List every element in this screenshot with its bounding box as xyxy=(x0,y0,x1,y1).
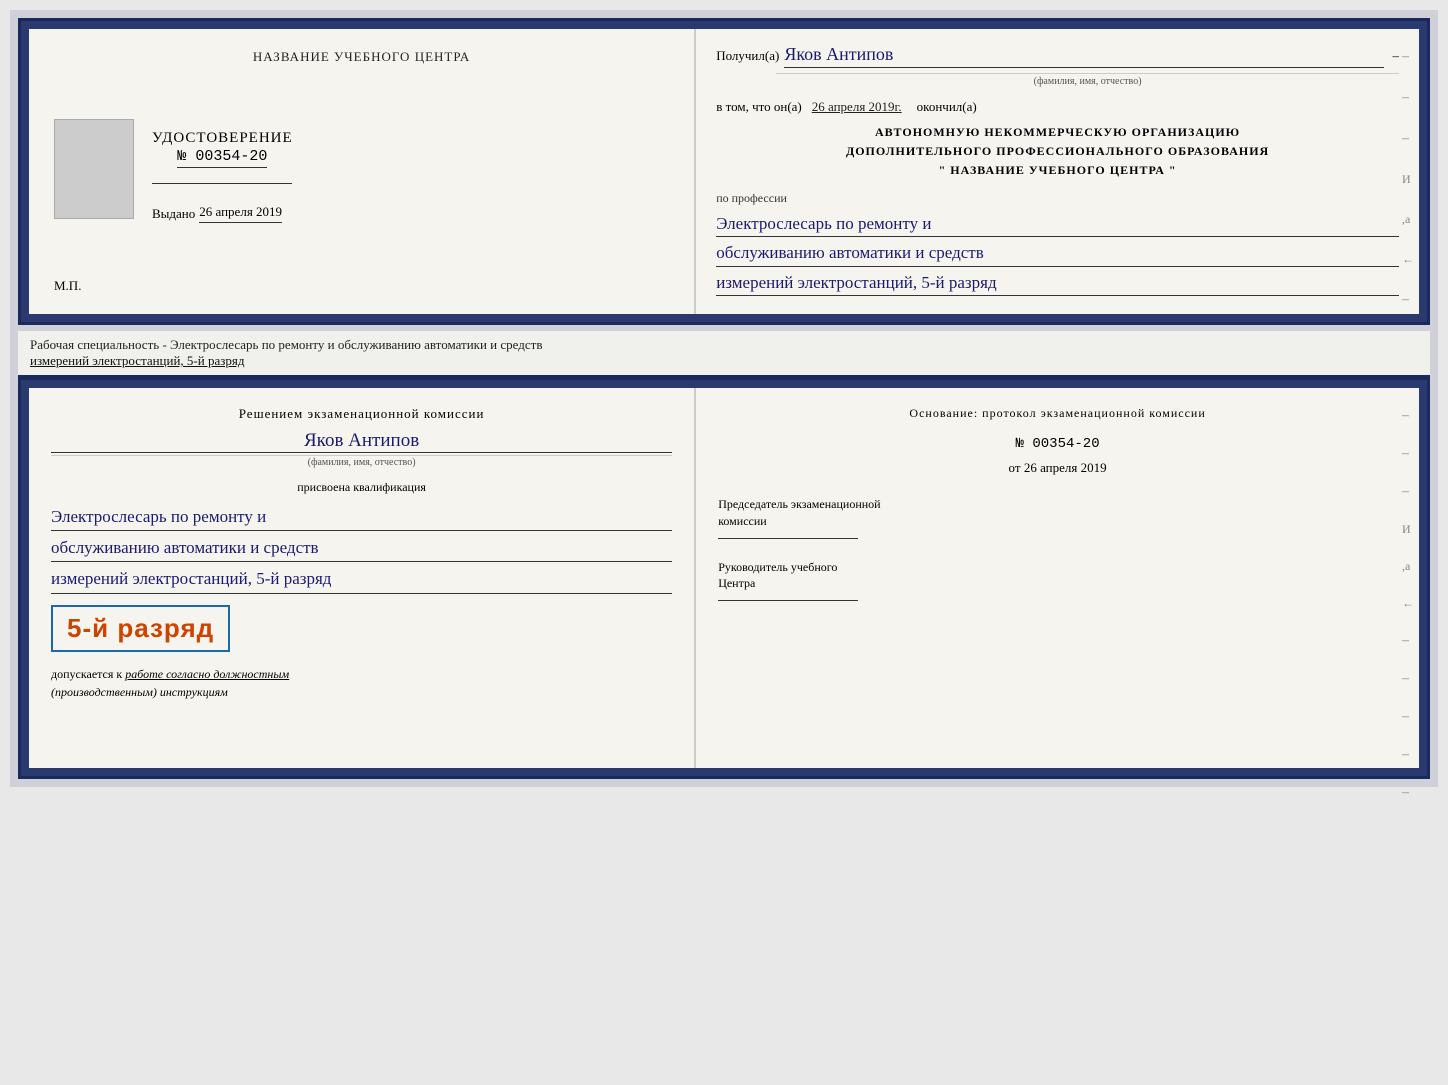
issued-label: Выдано xyxy=(152,206,195,222)
top-document: НАЗВАНИЕ УЧЕБНОГО ЦЕНТРА УДОСТОВЕРЕНИЕ №… xyxy=(18,18,1430,325)
qual-line2: обслуживанию автоматики и средств xyxy=(51,534,672,562)
chairman-block: Председатель экзаменационной комиссии xyxy=(718,496,1397,539)
prisvoena: присвоена квалификация xyxy=(51,480,672,495)
received-label: Получил(а) xyxy=(716,48,779,64)
protocol-number: № 00354-20 xyxy=(718,436,1397,452)
po-professii: по профессии xyxy=(716,191,1399,206)
dopuskaetsya-label: допускается к xyxy=(51,667,122,681)
org-line3: " НАЗВАНИЕ УЧЕБНОГО ЦЕНТРА " xyxy=(716,161,1399,180)
page-wrapper: НАЗВАНИЕ УЧЕБНОГО ЦЕНТРА УДОСТОВЕРЕНИЕ №… xyxy=(10,10,1438,787)
chairman-line1: Председатель экзаменационной xyxy=(718,497,880,511)
vtom-date: 26 апреля 2019г. xyxy=(812,99,902,115)
right-decorations-top: – – – И ,а ← – xyxy=(1402,49,1414,308)
qual-line1: Электрослесарь по ремонту и xyxy=(51,503,672,531)
qual-line3: измерений электростанций, 5-й разряд xyxy=(51,565,672,593)
top-doc-left: НАЗВАНИЕ УЧЕБНОГО ЦЕНТРА УДОСТОВЕРЕНИЕ №… xyxy=(29,29,696,314)
vtom-label: в том, что он(а) xyxy=(716,99,802,115)
org-line1: АВТОНОМНУЮ НЕКОММЕРЧЕСКУЮ ОРГАНИЗАЦИЮ xyxy=(716,123,1399,142)
org-name-block: АВТОНОМНУЮ НЕКОММЕРЧЕСКУЮ ОРГАНИЗАЦИЮ ДО… xyxy=(716,123,1399,181)
cert-title-text: УДОСТОВЕРЕНИЕ xyxy=(152,130,293,147)
ot-date-row: от 26 апреля 2019 xyxy=(718,460,1397,476)
rukovoditel-block: Руководитель учебного Центра xyxy=(718,559,1397,602)
work-text: работе согласно должностным xyxy=(125,667,289,681)
person-name-bottom: Яков Антипов xyxy=(51,430,672,453)
received-name: Яков Антипов xyxy=(784,44,1384,68)
osnovanie: Основание: протокол экзаменационной коми… xyxy=(718,406,1397,421)
middle-text: Рабочая специальность - Электрослесарь п… xyxy=(18,331,1430,377)
commission-title: Решением экзаменационной комиссии xyxy=(51,406,672,422)
okonchill-label: окончил(а) xyxy=(917,99,977,115)
ot-label: от xyxy=(1009,460,1021,475)
received-row: Получил(а) Яков Антипов – xyxy=(716,44,1399,68)
ot-date: 26 апреля 2019 xyxy=(1024,460,1107,475)
org-line2: ДОПОЛНИТЕЛЬНОГО ПРОФЕССИОНАЛЬНОГО ОБРАЗО… xyxy=(716,142,1399,161)
razryad-badge: 5-й разряд xyxy=(51,605,230,652)
vtom-row: в том, что он(а) 26 апреля 2019г. окончи… xyxy=(716,99,1399,115)
rukovoditel-line2: Центра xyxy=(718,576,755,590)
bottom-doc-left: Решением экзаменационной комиссии Яков А… xyxy=(29,388,696,768)
rukovoditel-line1: Руководитель учебного xyxy=(718,560,837,574)
chairman-line2: комиссии xyxy=(718,514,767,528)
school-name-top: НАЗВАНИЕ УЧЕБНОГО ЦЕНТРА xyxy=(253,49,470,65)
cert-photo-area: УДОСТОВЕРЕНИЕ № 00354-20 Выдано 26 апрел… xyxy=(54,119,669,234)
cert-number: № 00354-20 xyxy=(177,148,267,168)
rukovoditel-signature-line xyxy=(718,600,858,601)
prof-line1: Электрослесарь по ремонту и xyxy=(716,211,1399,238)
chairman-label: Председатель экзаменационной комиссии xyxy=(718,496,1397,530)
middle-text-content2: измерений электростанций, 5-й разряд xyxy=(30,353,244,368)
bottom-doc-right: Основание: протокол экзаменационной коми… xyxy=(696,388,1419,768)
prof-line3: измерений электростанций, 5-й разряд xyxy=(716,270,1399,297)
middle-text-content: Рабочая специальность - Электрослесарь п… xyxy=(30,337,542,352)
cert-title: УДОСТОВЕРЕНИЕ № 00354-20 xyxy=(152,130,293,168)
instr-text: (производственным) инструкциям xyxy=(51,685,228,699)
fio-sub-top: (фамилия, имя, отчество) xyxy=(776,73,1399,87)
rukovoditel-label: Руководитель учебного Центра xyxy=(718,559,1397,593)
issued-date: 26 апреля 2019 xyxy=(199,204,282,223)
prof-line2: обслуживанию автоматики и средств xyxy=(716,240,1399,267)
right-decorations-bottom: – – – И ,а ← – – – – – xyxy=(1402,408,1414,801)
cert-title-block: УДОСТОВЕРЕНИЕ № 00354-20 Выдано 26 апрел… xyxy=(152,130,293,223)
fio-sub-bottom: (фамилия, имя, отчество) xyxy=(51,455,672,468)
chairman-signature-line xyxy=(718,538,858,539)
dopuskaetsya-block: допускается к работе согласно должностны… xyxy=(51,665,672,701)
razryad-badge-text: 5-й разряд xyxy=(67,613,214,643)
cert-photo xyxy=(54,119,134,219)
bottom-document: Решением экзаменационной комиссии Яков А… xyxy=(18,377,1430,779)
mp-label: М.П. xyxy=(54,278,81,294)
cert-issued-row: Выдано 26 апреля 2019 xyxy=(152,204,293,223)
top-doc-right: Получил(а) Яков Антипов – (фамилия, имя,… xyxy=(696,29,1419,314)
dash-after-name: – xyxy=(1392,48,1399,64)
